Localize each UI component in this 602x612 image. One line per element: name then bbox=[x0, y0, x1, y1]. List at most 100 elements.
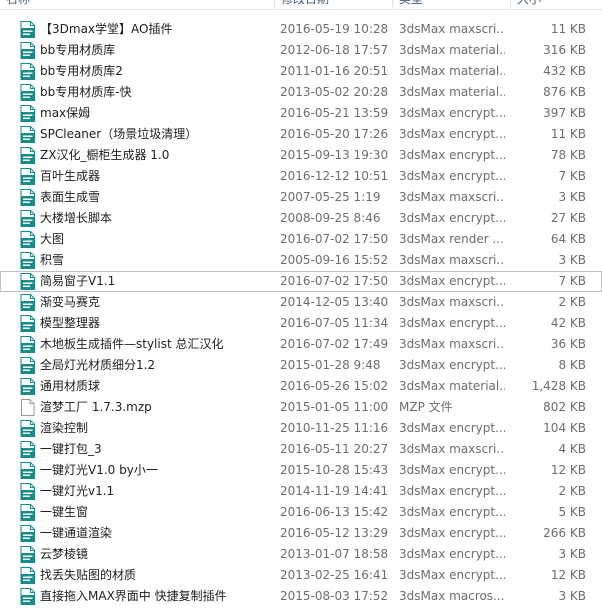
file-size: 316 KB bbox=[543, 43, 586, 57]
file-name: bb专用材质库-快 bbox=[40, 85, 132, 99]
file-name: 简易窗子V1.1 bbox=[40, 274, 116, 288]
file-icon bbox=[20, 399, 35, 416]
file-type: 3dsMax encrypt... bbox=[399, 127, 505, 141]
file-row[interactable]: 积雪 2005-09-16 15:52 3dsMax maxscri... 3 KB bbox=[0, 250, 602, 271]
file-date: 2015-10-28 15:43 bbox=[280, 463, 389, 477]
file-size: 876 KB bbox=[543, 85, 586, 99]
file-type: 3dsMax render ... bbox=[399, 232, 504, 246]
file-name: max保姆 bbox=[40, 106, 91, 120]
file-date: 2010-11-25 11:16 bbox=[280, 421, 389, 435]
file-row[interactable]: 【3Dmax学堂】AO插件 2016-05-19 10:28 3dsMax maxs… bbox=[0, 19, 602, 40]
file-type: 3dsMax encrypt... bbox=[399, 547, 505, 561]
file-row[interactable]: 找丢失贴图的材质 2013-02-25 16:41 3dsMax encrypt..… bbox=[0, 565, 602, 586]
file-row[interactable]: 渲梦工厂 1.7.3.mzp 2015-01-05 11:00 MZP 文件 802 … bbox=[0, 397, 602, 418]
file-row[interactable]: 渐变马赛克 2014-12-05 13:40 3dsMax maxscri... 2 … bbox=[0, 292, 602, 313]
file-row[interactable]: 一键生窗 2016-06-13 15:42 3dsMax encrypt... 5 K… bbox=[0, 502, 602, 523]
script-icon bbox=[20, 441, 35, 458]
script-icon bbox=[20, 315, 35, 332]
file-row[interactable]: max保姆 2016-05-21 13:59 3dsMax encrypt... 39… bbox=[0, 103, 602, 124]
file-date: 2016-05-12 13:29 bbox=[280, 526, 389, 540]
script-icon bbox=[20, 189, 35, 206]
file-row[interactable]: ZX汉化_橱柜生成器 1.0 2015-09-13 19:30 3dsMax enc… bbox=[0, 145, 602, 166]
file-row[interactable]: 大图 2016-07-02 17:50 3dsMax render ... 64 KB bbox=[0, 229, 602, 250]
script-icon bbox=[20, 42, 35, 59]
file-date: 2016-05-19 10:28 bbox=[280, 22, 389, 36]
file-name: 一键生窗 bbox=[40, 505, 89, 519]
file-type: 3dsMax encrypt... bbox=[399, 358, 505, 372]
file-name: 【3Dmax学堂】AO插件 bbox=[40, 22, 173, 36]
file-row[interactable]: bb专用材质库-快 2013-05-02 20:28 3dsMax material… bbox=[0, 82, 602, 103]
file-name: SPCleaner（场景垃圾清理） bbox=[40, 127, 198, 141]
file-type: 3dsMax maxscri... bbox=[399, 295, 505, 309]
file-date: 2011-01-16 20:51 bbox=[280, 64, 389, 78]
file-type: 3dsMax maxscri... bbox=[399, 190, 505, 204]
file-date: 2016-06-13 15:42 bbox=[280, 505, 389, 519]
file-type: 3dsMax encrypt... bbox=[399, 169, 505, 183]
file-size: 266 KB bbox=[543, 526, 586, 540]
file-type: 3dsMax encrypt... bbox=[399, 211, 505, 225]
file-name: 全局灯光材质细分1.2 bbox=[40, 358, 156, 372]
file-type: 3dsMax encrypt... bbox=[399, 463, 505, 477]
script-icon bbox=[20, 168, 35, 185]
file-type: 3dsMax encrypt... bbox=[399, 568, 505, 582]
file-size: 7 KB bbox=[558, 169, 586, 183]
script-icon bbox=[20, 357, 35, 374]
file-date: 2013-01-07 18:58 bbox=[280, 547, 389, 561]
script-icon bbox=[20, 462, 35, 479]
file-row[interactable]: bb专用材质库2 2011-01-16 20:51 3dsMax material.… bbox=[0, 61, 602, 82]
file-row[interactable]: 简易窗子V1.1 2016-07-02 17:50 3dsMax encrypt..… bbox=[0, 271, 602, 292]
file-name: bb专用材质库2 bbox=[40, 64, 123, 78]
file-row[interactable]: 一键灯光V1.0 by小一 2015-10-28 15:43 3dsMax encr… bbox=[0, 460, 602, 481]
file-row[interactable]: 云梦棱镜 2013-01-07 18:58 3dsMax encrypt... 3 K… bbox=[0, 544, 602, 565]
file-date: 2016-07-02 17:49 bbox=[280, 337, 389, 351]
file-row[interactable]: 渲染控制 2010-11-25 11:16 3dsMax encrypt... 104… bbox=[0, 418, 602, 439]
script-icon bbox=[20, 63, 35, 80]
file-size: 8 KB bbox=[558, 358, 586, 372]
file-date: 2007-05-25 1:19 bbox=[280, 190, 381, 204]
file-size: 64 KB bbox=[550, 232, 586, 246]
file-date: 2005-09-16 15:52 bbox=[280, 253, 389, 267]
file-row[interactable]: 一键灯光v1.1 2014-11-19 14:41 3dsMax encrypt..… bbox=[0, 481, 602, 502]
file-row[interactable]: 通用材质球 2016-05-26 15:02 3dsMax material... 1… bbox=[0, 376, 602, 397]
file-type: 3dsMax maxscri... bbox=[399, 337, 505, 351]
file-name: 大图 bbox=[40, 232, 65, 246]
file-size: 104 KB bbox=[543, 421, 586, 435]
script-icon bbox=[20, 336, 35, 353]
file-row[interactable]: 直接拖入MAX界面中 快捷复制插件 2015-08-03 17:52 3dsMax … bbox=[0, 586, 602, 607]
file-row[interactable]: 一键打包_3 2016-05-11 20:27 3dsMax maxscri... 4… bbox=[0, 439, 602, 460]
script-icon bbox=[20, 420, 35, 437]
file-row[interactable]: bb专用材质库 2012-06-18 17:57 3dsMax material..… bbox=[0, 40, 602, 61]
script-icon bbox=[20, 21, 35, 38]
file-type: 3dsMax material... bbox=[399, 64, 505, 78]
file-type: 3dsMax maxscri... bbox=[399, 22, 505, 36]
file-row[interactable]: 全局灯光材质细分1.2 2015-01-28 9:48 3dsMax encrypt… bbox=[0, 355, 602, 376]
file-row[interactable]: 表面生成雪 2007-05-25 1:19 3dsMax maxscri... 3 K… bbox=[0, 187, 602, 208]
file-name: 积雪 bbox=[40, 253, 65, 267]
file-date: 2015-08-03 17:52 bbox=[280, 589, 389, 603]
file-size: 11 KB bbox=[550, 22, 586, 36]
file-date: 2016-05-26 15:02 bbox=[280, 379, 389, 393]
file-row[interactable]: 模型整理器 2016-07-05 11:34 3dsMax encrypt... 42… bbox=[0, 313, 602, 334]
file-row[interactable]: 大楼增长脚本 2008-09-25 8:46 3dsMax encrypt... 27… bbox=[0, 208, 602, 229]
script-icon bbox=[20, 504, 35, 521]
file-type: 3dsMax maxscri... bbox=[399, 442, 505, 456]
column-header-name[interactable]: 名称 bbox=[0, 0, 275, 9]
script-icon bbox=[20, 588, 35, 605]
column-header-size[interactable]: 大小 bbox=[511, 0, 602, 9]
file-name: 模型整理器 bbox=[40, 316, 101, 330]
file-row[interactable]: 百叶生成器 2016-12-12 10:51 3dsMax encrypt... 7 … bbox=[0, 166, 602, 187]
file-date: 2016-05-21 13:59 bbox=[280, 106, 389, 120]
file-row[interactable]: 木地板生成插件—stylist 总汇汉化 2016-07-02 17:49 3dsM… bbox=[0, 334, 602, 355]
file-size: 12 KB bbox=[550, 568, 586, 582]
file-row[interactable]: SPCleaner（场景垃圾清理） 2016-05-20 17:26 3dsMax … bbox=[0, 124, 602, 145]
file-name: 找丢失贴图的材质 bbox=[40, 568, 137, 582]
file-date: 2016-07-02 17:50 bbox=[280, 274, 389, 288]
script-icon bbox=[20, 483, 35, 500]
file-name: 百叶生成器 bbox=[40, 169, 101, 183]
script-icon bbox=[20, 525, 35, 542]
file-row[interactable]: 一键通道渲染 2016-05-12 13:29 3dsMax encrypt... 2… bbox=[0, 523, 602, 544]
file-name: 渲梦工厂 1.7.3.mzp bbox=[40, 400, 152, 414]
column-header-date[interactable]: 修改日期 bbox=[275, 0, 393, 9]
column-header-type[interactable]: 类型 bbox=[393, 0, 511, 9]
file-type: 3dsMax encrypt... bbox=[399, 316, 505, 330]
